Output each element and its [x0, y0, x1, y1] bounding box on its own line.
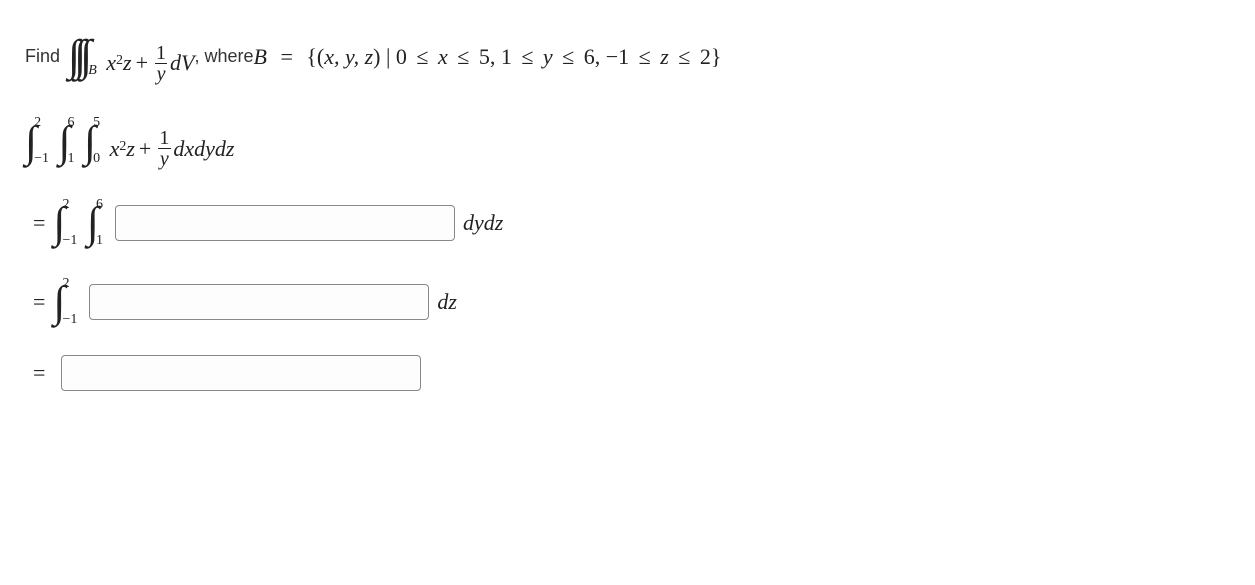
integral-y: ∫ 6 1 — [58, 116, 74, 167]
answer-input-dz[interactable] — [89, 284, 429, 320]
integral-y-step3: ∫ 6 1 — [87, 197, 103, 248]
integrand-expression-step2: x2z + 1 y dxdydz — [110, 128, 235, 169]
integral-z-step3: ∫ 2 −1 — [53, 197, 77, 248]
where-label: , where — [194, 46, 253, 67]
answer-input-final[interactable] — [61, 355, 421, 391]
fraction-1-over-y: 1 y — [154, 43, 168, 84]
integrand-expression: x2z + 1 y dV — [106, 43, 194, 84]
fraction-1-over-y-step2: 1 y — [157, 128, 171, 169]
integral-region-sub: B — [88, 63, 97, 79]
problem-statement: Find ∫ ∫ ∫ B x2z + 1 y dV , where B = {(… — [25, 30, 1230, 84]
find-label: Find — [25, 46, 60, 67]
step-final-answer: = — [25, 355, 1230, 391]
step-expanded-integral: ∫ 2 −1 ∫ 6 1 ∫ 5 0 x2z + 1 y — [25, 116, 1230, 170]
diff-dydz: dydz — [463, 210, 503, 236]
integral-x: ∫ 5 0 — [84, 116, 100, 167]
integral-z-step4: ∫ 2 −1 — [53, 276, 77, 327]
triple-integral: ∫ ∫ ∫ B — [68, 30, 97, 81]
region-definition: B = {(x, y, z) | 0 ≤ x ≤ 5, 1 ≤ y ≤ 6, −… — [254, 44, 722, 70]
integral-z: ∫ 2 −1 — [25, 116, 49, 167]
diff-dz: dz — [437, 289, 457, 315]
step-after-y-integral: = ∫ 2 −1 dz — [25, 276, 1230, 327]
step-after-x-integral: = ∫ 2 −1 ∫ 6 1 dydz — [25, 197, 1230, 248]
answer-input-dydz[interactable] — [115, 205, 455, 241]
